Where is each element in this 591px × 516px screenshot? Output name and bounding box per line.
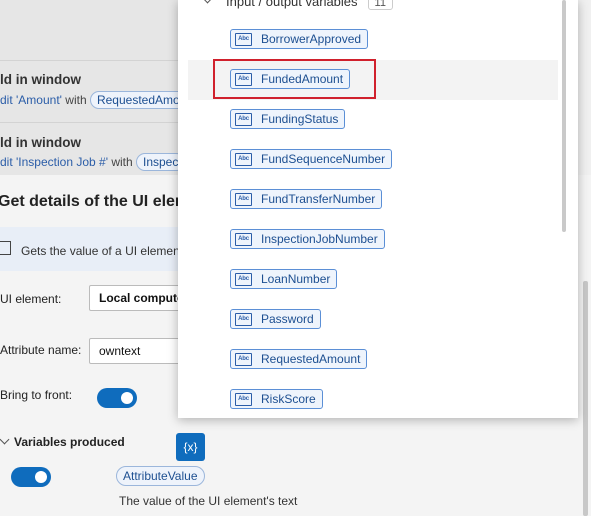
text-variable-icon: Abc (235, 152, 252, 166)
variables-produced-header[interactable]: Variables produced (0, 434, 125, 449)
step-target-text: dit 'Amount' (0, 93, 62, 107)
variable-chip[interactable]: Abc InspectionJobNumber (230, 229, 385, 249)
variable-name: Password (261, 312, 314, 326)
chevron-down-icon (202, 0, 213, 4)
dialog-scrollbar[interactable] (583, 281, 588, 516)
bring-to-front-toggle[interactable] (97, 388, 137, 408)
text-variable-icon: Abc (235, 232, 252, 246)
text-variable-icon: Abc (235, 32, 252, 46)
variable-list-item[interactable]: Abc LoanNumber (188, 260, 558, 300)
bring-to-front-label: Bring to front: (0, 388, 73, 402)
variable-name: BorrowerApproved (261, 32, 362, 46)
ui-element-label: UI element: (0, 292, 62, 306)
variable-list-item[interactable]: Abc FundSequenceNumber (188, 140, 558, 180)
text-variable-icon: Abc (235, 312, 252, 326)
step-target-text: dit 'Inspection Job #' (0, 155, 108, 169)
variable-list-item[interactable]: Abc RiskScore (188, 380, 558, 418)
variables-group-label: Input / output variables (226, 0, 358, 9)
variable-name: InspectionJobNumber (261, 232, 378, 246)
flow-step-description[interactable]: dit 'Amount' with RequestedAmo (0, 91, 187, 109)
variables-produced-label: Variables produced (14, 435, 125, 449)
info-text: Gets the value of a UI element (21, 244, 184, 258)
variable-list-item[interactable]: Abc FundingStatus (188, 100, 558, 140)
variable-chip[interactable]: Abc Password (230, 309, 321, 329)
attribute-value-variable[interactable]: AttributeValue (116, 466, 205, 486)
variable-list-item[interactable]: Abc InspectionJobNumber (188, 220, 558, 260)
variable-list-item[interactable]: Abc BorrowerApproved (188, 20, 558, 60)
text-variable-icon: Abc (235, 352, 252, 366)
attribute-value-description: The value of the UI element's text (119, 494, 298, 508)
variable-name: FundingStatus (261, 112, 339, 126)
text-variable-icon: Abc (235, 112, 252, 126)
chevron-down-icon (0, 434, 10, 445)
info-icon (0, 241, 11, 255)
flow-step-title[interactable]: ld in window (0, 72, 81, 87)
variable-chip[interactable]: Abc LoanNumber (230, 269, 338, 289)
variable-name: FundSequenceNumber (261, 152, 386, 166)
variables-count-badge: 11 (367, 0, 393, 10)
variable-chip[interactable]: Abc BorrowerApproved (230, 29, 369, 49)
popup-scrollbar[interactable] (562, 0, 566, 232)
variable-list-item[interactable]: Abc RequestedAmount (188, 340, 558, 380)
step-with-text: with (61, 93, 90, 107)
step-with-text: with (107, 155, 136, 169)
text-variable-icon: Abc (235, 392, 252, 406)
variable-name: RiskScore (261, 392, 316, 406)
attribute-name-label: Attribute name: (0, 343, 82, 357)
variable-chip[interactable]: Abc FundTransferNumber (230, 189, 383, 209)
variable-chip[interactable]: Abc FundingStatus (230, 109, 346, 129)
variables-picker-button[interactable]: {x} (176, 433, 205, 461)
text-variable-icon: Abc (235, 192, 252, 206)
variable-list-item[interactable]: Abc Password (188, 300, 558, 340)
variable-name: RequestedAmount (261, 352, 361, 366)
variable-list-item[interactable]: Abc FundTransferNumber (188, 180, 558, 220)
flow-step-title[interactable]: ld in window (0, 135, 81, 150)
highlight-annotation (213, 59, 376, 99)
variable-pill: RequestedAmo (89, 91, 187, 109)
attribute-value-toggle[interactable] (11, 467, 51, 487)
text-variable-icon: Abc (235, 272, 252, 286)
variable-chip[interactable]: Abc RiskScore (230, 389, 323, 409)
variables-group-header[interactable]: Input / output variables 11 (202, 0, 393, 10)
flow-step-description[interactable]: dit 'Inspection Job #' with Inspec (0, 153, 186, 171)
variable-name: FundTransferNumber (261, 192, 376, 206)
variable-chip[interactable]: Abc RequestedAmount (230, 349, 368, 369)
variable-chip[interactable]: Abc FundSequenceNumber (230, 149, 393, 169)
info-bar: Gets the value of a UI element (0, 227, 183, 271)
variable-name: LoanNumber (261, 272, 331, 286)
dialog-title: Get details of the UI elem (0, 193, 190, 210)
